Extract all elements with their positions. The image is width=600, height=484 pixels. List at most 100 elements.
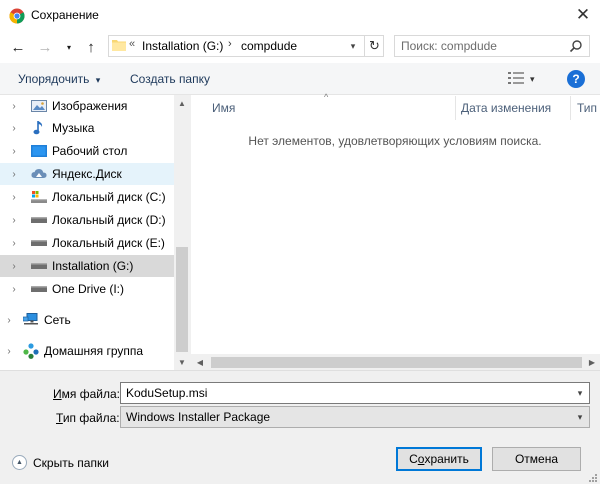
chevron-down-icon: ▾ xyxy=(577,411,583,422)
expand-icon[interactable]: › xyxy=(9,192,19,203)
filetype-label: Тип файла: xyxy=(56,411,120,425)
sidebar-item-drive-e[interactable]: › Локальный диск (E:) xyxy=(0,232,174,254)
help-button[interactable]: ? xyxy=(567,70,585,88)
sidebar-item-music[interactable]: › Музыка xyxy=(0,117,174,139)
drive-icon xyxy=(31,258,47,274)
chevron-down-icon: ▾ xyxy=(350,40,356,51)
column-header-date-modified[interactable]: Дата изменения xyxy=(461,101,551,115)
drive-icon xyxy=(31,281,47,297)
filetype-select[interactable]: Windows Installer Package xyxy=(120,406,590,428)
save-label-accesskey: о xyxy=(417,452,425,466)
chrome-icon xyxy=(9,8,25,24)
expand-icon[interactable]: › xyxy=(9,123,19,134)
view-options-button[interactable]: ▾ xyxy=(508,71,542,87)
sidebar-item-drive-d[interactable]: › Локальный диск (D:) xyxy=(0,209,174,231)
filetype-label-accesskey: Т xyxy=(56,411,63,425)
drive-icon xyxy=(31,212,47,228)
sidebar-item-label: Локальный диск (C:) xyxy=(52,190,166,204)
breadcrumb-segment-drive[interactable]: Installation (G:) xyxy=(142,39,223,53)
filename-label-text: мя файла: xyxy=(61,387,120,401)
close-button[interactable]: ✕ xyxy=(566,0,600,30)
search-box[interactable] xyxy=(394,35,590,57)
homegroup-icon xyxy=(23,343,39,359)
scrollbar-thumb[interactable] xyxy=(211,357,582,368)
expand-icon[interactable]: › xyxy=(9,101,19,112)
organize-button[interactable]: Упорядочить ▾ xyxy=(18,72,100,86)
expand-icon[interactable]: › xyxy=(9,238,19,249)
new-folder-button[interactable]: Создать папку xyxy=(130,72,210,86)
filename-label-accesskey: И xyxy=(53,387,62,401)
expand-icon[interactable]: › xyxy=(9,261,19,272)
save-label-start: С xyxy=(409,452,418,466)
help-icon: ? xyxy=(572,72,580,86)
save-label-end: хранить xyxy=(424,452,469,466)
search-icon[interactable] xyxy=(569,39,583,53)
address-dropdown-button[interactable]: ▾ xyxy=(344,35,362,57)
sidebar-item-label: Сеть xyxy=(44,313,71,327)
organize-label: Упорядочить xyxy=(18,72,90,86)
scroll-left-button[interactable]: ◀ xyxy=(192,355,208,369)
hide-folders-button[interactable]: ▲ Скрыть папки xyxy=(12,455,109,470)
scroll-right-button[interactable]: ▶ xyxy=(584,355,600,369)
column-divider[interactable] xyxy=(455,96,456,120)
save-button[interactable]: Со хранить xyxy=(396,447,482,471)
expand-icon[interactable]: › xyxy=(4,346,14,357)
breadcrumb-separator-icon[interactable]: › xyxy=(228,38,232,50)
network-icon xyxy=(23,312,39,328)
sidebar-item-desktop[interactable]: › Рабочий стол xyxy=(0,140,174,162)
sidebar-item-label: Installation (G:) xyxy=(52,259,134,273)
expand-icon[interactable]: › xyxy=(9,146,19,157)
expand-icon[interactable]: › xyxy=(4,315,14,326)
expand-icon[interactable]: › xyxy=(9,169,19,180)
back-button[interactable]: ← xyxy=(9,37,27,57)
sidebar-item-pictures[interactable]: › Изображения xyxy=(0,95,174,117)
sidebar-item-drive-c[interactable]: › Локальный диск (C:) xyxy=(0,186,174,208)
sidebar-item-label: One Drive (I:) xyxy=(52,282,125,296)
forward-button[interactable]: → xyxy=(36,37,54,57)
drive-icon xyxy=(31,235,47,251)
sidebar-item-drive-i[interactable]: › One Drive (I:) xyxy=(0,278,174,300)
sidebar-item-label: Домашняя группа xyxy=(44,344,144,358)
sidebar-item-network[interactable]: › Сеть xyxy=(0,309,174,331)
desktop-icon xyxy=(31,143,47,159)
refresh-button[interactable]: ↻ xyxy=(364,35,384,57)
close-icon: ✕ xyxy=(575,5,591,24)
sidebar-item-label: Локальный диск (E:) xyxy=(52,236,165,250)
arrow-right-icon: → xyxy=(37,38,53,56)
search-input[interactable] xyxy=(401,39,561,53)
filetype-dropdown-button[interactable]: ▾ xyxy=(571,407,589,427)
window-title: Сохранение xyxy=(31,8,99,22)
arrow-left-icon: ← xyxy=(10,38,26,56)
chevron-down-icon: ▾ xyxy=(66,42,71,52)
breadcrumb-segment-folder[interactable]: compdude xyxy=(241,39,297,53)
sidebar-item-label: Рабочий стол xyxy=(52,144,128,158)
resize-grip-icon[interactable] xyxy=(588,472,598,482)
yandex-disk-icon xyxy=(31,166,47,182)
scrollbar-thumb[interactable] xyxy=(176,247,188,352)
sidebar-item-label: Яндекс.Диск xyxy=(52,167,122,181)
cancel-button[interactable]: Отмена xyxy=(492,447,581,471)
refresh-icon: ↻ xyxy=(369,38,380,53)
filetype-label-text: ип файла: xyxy=(62,411,120,425)
expand-icon[interactable]: › xyxy=(9,284,19,295)
sidebar-item-homegroup[interactable]: › Домашняя группа xyxy=(0,340,174,362)
sidebar-item-yandex-disk[interactable]: › Яндекс.Диск xyxy=(0,163,174,185)
recent-locations-button[interactable]: ▾ xyxy=(63,37,75,57)
expand-icon[interactable]: › xyxy=(9,215,19,226)
filename-label: Имя файла: xyxy=(53,387,120,401)
arrow-up-icon: ↑ xyxy=(87,38,95,56)
sidebar-item-drive-g[interactable]: › Installation (G:) xyxy=(0,255,174,277)
column-header-type[interactable]: Тип xyxy=(577,101,597,115)
folder-icon xyxy=(112,39,126,51)
column-header-name[interactable]: Имя xyxy=(212,101,235,115)
filename-input[interactable] xyxy=(120,382,590,404)
scroll-down-button[interactable]: ▼ xyxy=(174,355,190,369)
music-icon xyxy=(31,120,47,136)
chevron-up-icon: ▲ xyxy=(12,455,27,470)
up-button[interactable]: ↑ xyxy=(82,37,100,57)
filename-dropdown-button[interactable]: ▾ xyxy=(571,383,589,403)
column-divider[interactable] xyxy=(570,96,571,120)
breadcrumb-overflow-icon[interactable]: « xyxy=(129,38,135,50)
empty-folder-message: Нет элементов, удовлетворяющих условиям … xyxy=(248,134,542,148)
scroll-up-button[interactable]: ▲ xyxy=(174,96,190,110)
